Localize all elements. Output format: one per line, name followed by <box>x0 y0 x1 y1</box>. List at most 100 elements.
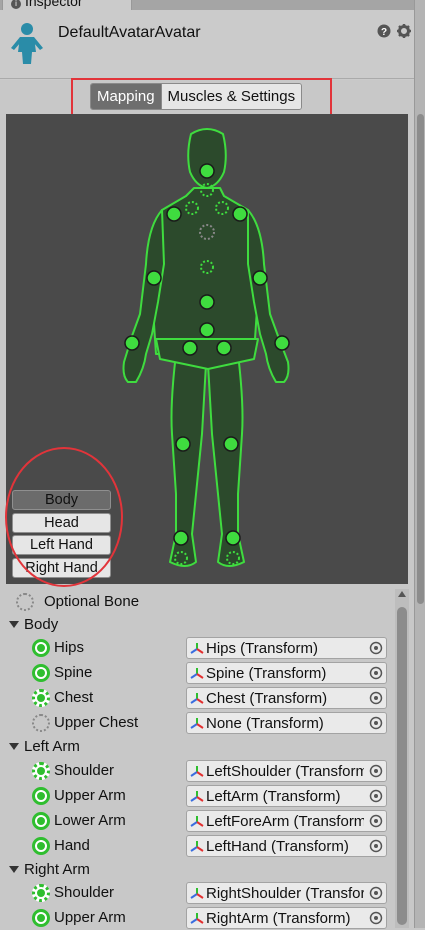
object-field[interactable]: LeftShoulder (Transform) <box>186 760 387 782</box>
foldout-caret-icon[interactable] <box>9 621 19 628</box>
bone-status-icon <box>32 714 50 732</box>
transform-icon <box>190 668 204 679</box>
bone-dot-left-lower-leg[interactable] <box>175 436 191 452</box>
object-picker-icon[interactable] <box>369 764 383 778</box>
object-field-value: LeftArm (Transform) <box>206 788 341 805</box>
gear-icon[interactable] <box>397 24 411 38</box>
bone-dot-spine[interactable] <box>199 294 215 310</box>
bone-dot-right-foot[interactable] <box>225 530 241 546</box>
object-picker-icon[interactable] <box>369 789 383 803</box>
bone-dot-left-upper-arm[interactable] <box>166 206 182 222</box>
bone-label: Hips <box>54 639 85 656</box>
object-picker-icon[interactable] <box>369 814 383 828</box>
scroll-thumb[interactable] <box>397 607 407 925</box>
bone-label: Hand <box>54 837 90 854</box>
bone-label: Chest <box>54 689 94 706</box>
svg-text:?: ? <box>381 27 387 38</box>
bone-dot-right-lower-arm[interactable] <box>252 270 268 286</box>
part-button-head[interactable]: Head <box>12 512 111 533</box>
help-icon[interactable]: ? <box>377 24 391 38</box>
object-field[interactable]: LeftArm (Transform) <box>186 785 387 807</box>
bone-dot-right-upper-leg[interactable] <box>216 340 232 356</box>
tab-muscles-settings[interactable]: Muscles & Settings <box>160 84 302 109</box>
transform-icon <box>190 643 204 654</box>
bone-dot-right-lower-leg[interactable] <box>223 436 239 452</box>
part-button-right-hand[interactable]: Right Hand <box>12 557 111 578</box>
foldout-caret-icon[interactable] <box>9 866 19 873</box>
info-icon: i <box>11 0 21 9</box>
object-picker-icon[interactable] <box>369 839 383 853</box>
part-button-body[interactable]: Body <box>12 490 111 510</box>
bone-label: Upper Arm <box>54 909 126 926</box>
object-picker-icon[interactable] <box>369 666 383 680</box>
bone-status-icon <box>32 689 50 707</box>
object-picker-icon[interactable] <box>369 886 383 900</box>
foldout-right-arm[interactable]: Right Arm <box>0 858 395 882</box>
bone-label: Shoulder <box>54 762 115 779</box>
group-label: Body <box>24 616 59 633</box>
object-field-value: Chest (Transform) <box>206 690 328 707</box>
object-field-value: Spine (Transform) <box>206 665 327 682</box>
object-picker-icon[interactable] <box>369 716 383 730</box>
group-label: Right Arm <box>24 861 90 878</box>
object-field[interactable]: None (Transform) <box>186 712 387 734</box>
foldout-body[interactable]: Body <box>0 613 395 637</box>
window-tab-bar: i Inspector <box>0 0 425 10</box>
inspector-header: DefaultAvatarAvatar ? <box>0 10 425 80</box>
tab-mapping[interactable]: Mapping <box>91 84 161 109</box>
bone-status-icon <box>32 787 50 805</box>
object-field-value: LeftShoulder (Transform) <box>206 763 364 780</box>
bone-row-hips: Hips Hips (Transform) <box>0 636 395 660</box>
object-field[interactable]: Chest (Transform) <box>186 687 387 709</box>
bone-label: Lower Arm <box>54 812 126 829</box>
object-field[interactable]: LeftForeArm (Transform) <box>186 810 387 832</box>
object-field[interactable]: RightArm (Transform) <box>186 907 387 929</box>
legend-label: Optional Bone <box>44 593 140 610</box>
bone-dot-left-lower-arm[interactable] <box>146 270 162 286</box>
bone-dot-right-hand[interactable] <box>274 335 290 351</box>
foldout-caret-icon[interactable] <box>9 743 19 750</box>
bone-dot-left-foot[interactable] <box>173 530 189 546</box>
bone-label: Upper Chest <box>54 714 139 731</box>
inspector-scroll-thumb[interactable] <box>417 114 424 604</box>
bone-label: Shoulder <box>54 884 115 901</box>
body-part-selector: Body Head Left Hand Right Hand <box>12 490 111 580</box>
bone-row-right-shoulder: Shoulder RightShoulder (Transform) <box>0 881 395 905</box>
bone-list: Optional Bone Body Hips Hips (Transform)… <box>0 589 395 929</box>
object-field-value: RightShoulder (Transform) <box>206 885 364 902</box>
bone-status-icon <box>32 639 50 657</box>
bone-dot-left-hand[interactable] <box>124 335 140 351</box>
object-picker-icon[interactable] <box>369 691 383 705</box>
object-picker-icon[interactable] <box>369 911 383 925</box>
object-field-value: LeftForeArm (Transform) <box>206 813 364 830</box>
optional-bone-icon <box>16 593 34 611</box>
inspector-scrollbar[interactable] <box>414 0 425 928</box>
bone-dot-right-upper-arm[interactable] <box>232 206 248 222</box>
tab-inspector[interactable]: i Inspector <box>2 0 132 10</box>
bone-status-icon <box>32 664 50 682</box>
bone-label: Upper Arm <box>54 787 126 804</box>
transform-icon <box>190 913 204 924</box>
bone-list-scrollbar[interactable] <box>395 589 409 928</box>
bone-dot-head[interactable] <box>199 163 215 179</box>
header-separator <box>0 78 425 79</box>
bone-status-icon <box>32 812 50 830</box>
bone-dot-hips[interactable] <box>199 322 215 338</box>
bone-row-left-hand: Hand LeftHand (Transform) <box>0 834 395 858</box>
bone-row-upper-chest: Upper Chest None (Transform) <box>0 711 395 735</box>
scroll-up-arrow-icon[interactable] <box>398 591 406 597</box>
transform-icon <box>190 718 204 729</box>
bone-label: Spine <box>54 664 93 681</box>
object-field[interactable]: Hips (Transform) <box>186 637 387 659</box>
object-field[interactable]: RightShoulder (Transform) <box>186 882 387 904</box>
tab-inspector-label: Inspector <box>25 0 83 9</box>
foldout-left-arm[interactable]: Left Arm <box>0 735 395 759</box>
object-field[interactable]: LeftHand (Transform) <box>186 835 387 857</box>
bone-row-left-shoulder: Shoulder LeftShoulder (Transform) <box>0 759 395 783</box>
bone-dot-left-upper-leg[interactable] <box>182 340 198 356</box>
object-field[interactable]: Spine (Transform) <box>186 662 387 684</box>
mode-toggle: Mapping Muscles & Settings <box>90 83 303 110</box>
part-button-left-hand[interactable]: Left Hand <box>12 535 111 555</box>
object-field-value: None (Transform) <box>206 715 324 732</box>
object-picker-icon[interactable] <box>369 641 383 655</box>
